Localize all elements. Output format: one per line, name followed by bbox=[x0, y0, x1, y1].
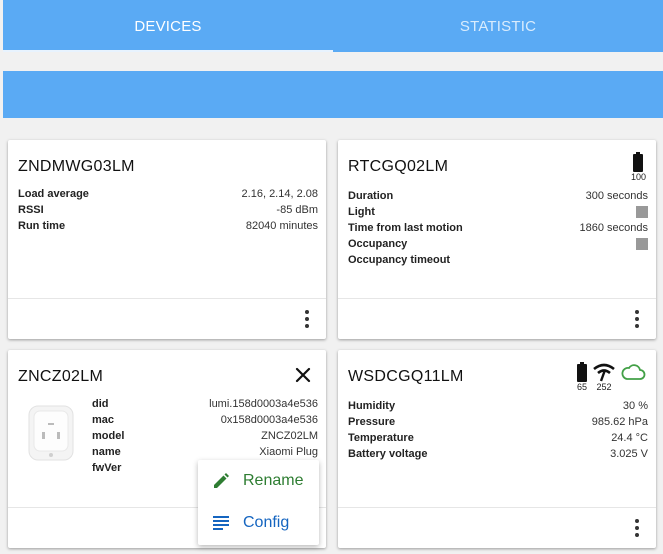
property-name: Duration bbox=[348, 190, 394, 202]
menu-item-config[interactable]: Config bbox=[198, 502, 319, 544]
property-name: Load average bbox=[18, 188, 89, 200]
more-options-button[interactable] bbox=[626, 307, 648, 331]
property-name: Battery voltage bbox=[348, 448, 428, 460]
link-quality-value: 252 bbox=[596, 382, 612, 392]
property-row: Pressure 985.62 hPa bbox=[348, 414, 648, 430]
device-context-menu: Rename Config bbox=[198, 460, 319, 545]
card-footer bbox=[338, 507, 656, 548]
property-value: 0x158d0003a4e536 bbox=[220, 414, 318, 426]
property-name: Run time bbox=[18, 220, 66, 232]
battery-level: 65 bbox=[576, 382, 587, 392]
tab-statistic-label: STATISTIC bbox=[459, 17, 537, 35]
card-footer bbox=[8, 298, 326, 339]
property-name: mac bbox=[92, 414, 115, 426]
property-row: Duration 300 seconds bbox=[348, 188, 648, 204]
battery-level: 100 bbox=[630, 172, 646, 182]
device-card-rtcgq02lm: RTCGQ02LM 100 Duration 300 seconds Light … bbox=[338, 140, 656, 339]
toolbar-banner bbox=[3, 71, 663, 118]
device-title: WSDCGQ11LM bbox=[348, 368, 464, 385]
property-value: 300 seconds bbox=[585, 190, 648, 202]
property-row: Humidity 30 % bbox=[348, 398, 648, 414]
property-row: Run time 82040 minutes bbox=[18, 218, 318, 234]
property-row: Load average 2.16, 2.14, 2.08 bbox=[18, 186, 318, 202]
property-name: Humidity bbox=[348, 400, 396, 412]
battery-icon bbox=[577, 362, 587, 382]
tab-devices[interactable]: DEVICES bbox=[3, 0, 333, 52]
property-name: Pressure bbox=[348, 416, 396, 428]
tab-devices-label: DEVICES bbox=[134, 17, 202, 35]
device-properties: Humidity 30 % Pressure 985.62 hPa Temperat… bbox=[348, 398, 648, 462]
cloud-icon bbox=[621, 364, 646, 380]
property-row: model ZNCZ02LM bbox=[92, 428, 318, 444]
property-name: Occupancy bbox=[348, 238, 408, 250]
property-row: Time from last motion 1860 seconds bbox=[348, 220, 648, 236]
property-row: name Xiaomi Plug bbox=[92, 444, 318, 460]
device-title: RTCGQ02LM bbox=[348, 158, 449, 175]
property-name: name bbox=[92, 446, 121, 458]
active-tab-indicator bbox=[3, 50, 333, 52]
cloud-status bbox=[620, 362, 646, 392]
card-footer bbox=[338, 298, 656, 339]
property-row: Battery voltage 3.025 V bbox=[348, 446, 648, 462]
pencil-icon bbox=[214, 473, 229, 488]
battery-status: 65 bbox=[576, 362, 588, 392]
property-value: lumi.158d0003a4e536 bbox=[209, 398, 318, 410]
property-value: Xiaomi Plug bbox=[259, 446, 318, 458]
link-quality-status: 252 bbox=[593, 362, 615, 392]
property-name: Time from last motion bbox=[348, 222, 463, 234]
device-title: ZNDMWG03LM bbox=[18, 158, 135, 175]
property-value: 2.16, 2.14, 2.08 bbox=[241, 188, 318, 200]
menu-item-label: Config bbox=[243, 514, 290, 531]
menu-item-label: Rename bbox=[243, 472, 304, 489]
property-value: 1860 seconds bbox=[579, 222, 649, 234]
property-row: Temperature 24.4 °C bbox=[348, 430, 648, 446]
status-icons: 65 252 bbox=[576, 362, 646, 392]
property-value: 82040 minutes bbox=[245, 220, 318, 232]
property-row: Occupancy bbox=[348, 236, 648, 252]
property-value: ZNCZ02LM bbox=[261, 430, 318, 442]
property-value: 985.62 hPa bbox=[591, 416, 648, 428]
more-options-button[interactable] bbox=[296, 307, 318, 331]
property-name: model bbox=[92, 430, 125, 442]
property-value: -85 dBm bbox=[276, 204, 318, 216]
property-value: 3.025 V bbox=[610, 448, 648, 460]
property-value: 24.4 °C bbox=[611, 432, 648, 444]
signal-icon bbox=[593, 363, 615, 382]
property-row: Light bbox=[348, 204, 648, 220]
light-state-indicator bbox=[636, 206, 648, 218]
property-name: Light bbox=[348, 206, 375, 218]
battery-icon bbox=[633, 152, 644, 172]
property-name: Temperature bbox=[348, 432, 414, 444]
battery-status: 100 bbox=[631, 152, 646, 182]
property-name: fwVer bbox=[92, 462, 122, 474]
property-row: Occupancy timeout bbox=[348, 252, 648, 268]
property-row: did lumi.158d0003a4e536 bbox=[92, 396, 318, 412]
property-row: mac 0x158d0003a4e536 bbox=[92, 412, 318, 428]
smart-plug-image bbox=[28, 405, 74, 461]
tab-bar: DEVICES STATISTIC bbox=[3, 0, 663, 52]
device-title: ZNCZ02LM bbox=[18, 368, 104, 385]
property-row: RSSI -85 dBm bbox=[18, 202, 318, 218]
status-icons: 100 bbox=[631, 152, 646, 182]
device-properties: Load average 2.16, 2.14, 2.08 RSSI -85 dBm… bbox=[18, 186, 318, 234]
device-card-zndmwg03lm: ZNDMWG03LM Load average 2.16, 2.14, 2.08 … bbox=[8, 140, 326, 339]
device-properties: Duration 300 seconds Light Time from last… bbox=[348, 188, 648, 268]
device-card-wsdcgq11lm: WSDCGQ11LM 65 252 Humidity 30 % Pressure 9… bbox=[338, 350, 656, 548]
list-icon bbox=[213, 516, 229, 530]
occupancy-state-indicator bbox=[636, 238, 648, 250]
tab-statistic[interactable]: STATISTIC bbox=[333, 0, 663, 52]
property-name: RSSI bbox=[18, 204, 44, 216]
property-value: 30 % bbox=[622, 400, 648, 412]
property-name: did bbox=[92, 398, 109, 410]
menu-item-rename[interactable]: Rename bbox=[198, 460, 319, 502]
property-name: Occupancy timeout bbox=[348, 254, 451, 266]
close-icon[interactable] bbox=[294, 366, 312, 384]
more-options-button[interactable] bbox=[626, 516, 648, 540]
